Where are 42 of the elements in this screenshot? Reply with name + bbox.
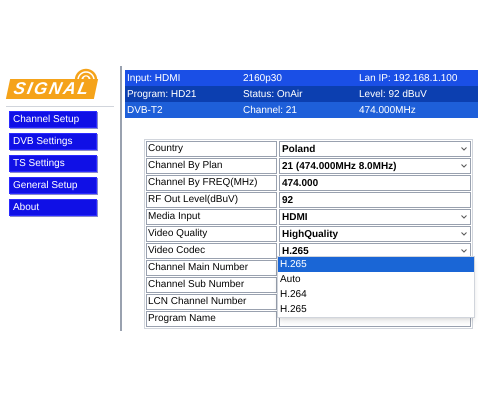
field-label: LCN Channel Number — [146, 294, 277, 310]
field-label: Channel Sub Number — [146, 277, 277, 293]
nav-button[interactable]: TS Settings — [9, 155, 97, 172]
field-label: Media Input — [146, 209, 277, 225]
chevron-down-icon — [461, 249, 467, 253]
status-text: Input: HDMI — [126, 72, 182, 86]
chevron-down-icon — [461, 215, 467, 219]
field-label: Channel Main Number — [146, 260, 277, 276]
status-text: Status: OnAir — [243, 88, 304, 102]
nav-button[interactable]: About — [9, 199, 97, 216]
dropdown-option[interactable]: H.264 — [278, 287, 474, 302]
nav-button[interactable]: DVB Settings — [9, 133, 97, 150]
field-label: Country — [146, 141, 277, 157]
status-text: 2160p30 — [243, 72, 283, 86]
signal-waves-icon — [74, 66, 98, 80]
select-field[interactable]: 21 (474.000MHz 8.0MHz) — [279, 158, 471, 174]
input-field[interactable]: 474.000 — [279, 175, 471, 191]
field-label: RF Out Level(dBuV) — [146, 192, 277, 208]
field-label: Program Name — [146, 311, 277, 327]
field-label: Video Quality — [146, 226, 277, 242]
status-text: Program: HD21 — [126, 88, 198, 102]
status-text: Channel: 21 — [243, 104, 298, 118]
input-field[interactable]: 92 — [279, 192, 471, 208]
nav-button[interactable]: General Setup — [9, 177, 97, 194]
chevron-down-icon — [461, 147, 467, 151]
select-field[interactable]: HighQuality — [279, 226, 471, 242]
status-text: Lan IP: 192.168.1.100 — [359, 72, 458, 86]
status-text: Level: 92 dBuV — [359, 88, 428, 102]
dropdown-option[interactable]: H.265 — [278, 302, 474, 317]
field-label: Channel By FREQ(MHz) — [146, 175, 277, 191]
select-field[interactable]: HDMI — [279, 209, 471, 225]
dropdown-option[interactable]: Auto — [278, 272, 474, 287]
status-text: DVB-T2 — [126, 104, 164, 118]
logo-text: SIGNAL — [6, 79, 98, 99]
field-label: Video Codec — [146, 243, 277, 259]
chevron-down-icon — [461, 232, 467, 236]
select-field[interactable]: Poland — [279, 141, 471, 157]
nav-button[interactable]: Channel Setup — [9, 111, 97, 128]
status-text: 474.000MHz — [359, 104, 417, 118]
dropdown-option[interactable]: H.265 — [278, 257, 474, 272]
chevron-down-icon — [461, 164, 467, 168]
field-label: Channel By Plan — [146, 158, 277, 174]
